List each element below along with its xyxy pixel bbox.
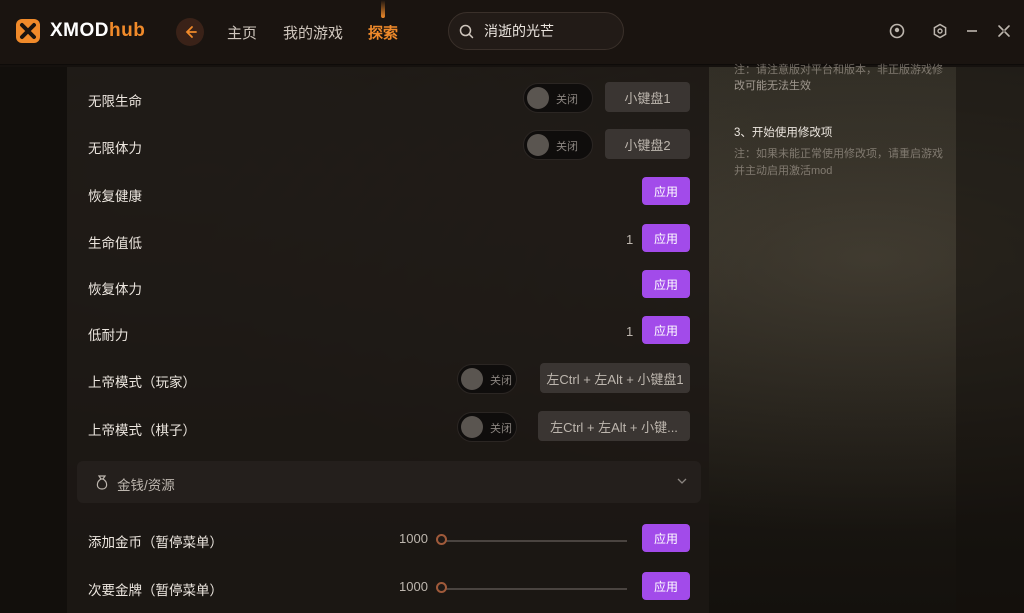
apply-button[interactable]: 应用 [642,270,690,298]
slider-track[interactable] [439,540,627,542]
cheat-panel: 无限生命 关闭 小键盘1 无限体力 关闭 小键盘2 恢复健康 应用 生命值低 1… [67,67,709,613]
top-bar: XMODhub 主页 我的游戏 探索 [0,0,1024,65]
app-title: XMODhub [50,20,146,41]
toggle-switch[interactable]: 关闭 [523,130,593,160]
cheat-row-secondary-medal: 次要金牌（暂停菜单） 1000 应用 [67,568,709,608]
arrow-left-icon [185,26,197,38]
back-button[interactable] [176,18,204,46]
step3-title: 3、开始使用修改项 [734,127,833,139]
cheat-row-restore-stamina: 恢复体力 应用 [67,267,709,307]
app-logo[interactable]: XMODhub [14,17,145,45]
cheat-label: 恢复健康 [88,189,142,204]
cheat-label: 低耐力 [88,328,129,343]
toggle-knob [461,416,483,438]
active-indicator [381,0,385,18]
hotkey-field[interactable]: 小键盘1 [605,82,690,112]
apply-button[interactable]: 应用 [642,177,690,205]
cheat-label: 无限体力 [88,141,142,156]
cheat-row-god-mode-pawn: 上帝模式（棋子） 关闭 左Ctrl + 左Alt + 小键... [67,408,709,448]
toggle-knob [527,134,549,156]
cheat-label: 添加金币（暂停菜单） [88,535,223,550]
search-icon [459,24,474,38]
close-icon[interactable] [995,22,1013,40]
cheat-row-restore-health: 恢复健康 应用 [67,174,709,214]
nav-my-games[interactable]: 我的游戏 [283,22,343,43]
section-label: 金钱/资源 [117,478,175,493]
money-bag-icon [96,475,108,490]
toggle-switch[interactable]: 关闭 [457,412,517,442]
nav-home[interactable]: 主页 [227,22,257,43]
apply-button[interactable]: 应用 [642,524,690,552]
slider-value: 1000 [399,579,428,594]
cheat-row-add-gold: 添加金币（暂停菜单） 1000 应用 [67,520,709,560]
xmod-logo-icon [16,19,40,43]
notification-icon[interactable] [888,22,906,40]
nav-explore[interactable]: 探索 [368,22,398,43]
search-box[interactable] [448,12,624,50]
step3-note-line1: 注：如果未能正常使用修改项，请重启游戏 [734,148,943,160]
cheat-label: 无限生命 [88,94,142,109]
toggle-label: 关闭 [490,423,512,435]
toggle-switch[interactable]: 关闭 [523,83,593,113]
right-gutter [956,67,1024,613]
chevron-down-icon[interactable] [677,477,687,485]
slider-thumb[interactable] [436,534,447,545]
cheat-label: 上帝模式（棋子） [88,423,196,438]
cheat-row-infinite-health: 无限生命 关闭 小键盘1 [67,79,709,119]
search-input[interactable] [482,22,616,40]
minimize-icon[interactable] [963,22,981,40]
left-gutter [0,67,67,613]
slider-track[interactable] [439,588,627,590]
hotkey-field[interactable]: 左Ctrl + 左Alt + 小键盘1 [540,363,690,393]
toggle-label: 关闭 [490,375,512,387]
toggle-knob [461,368,483,390]
hotkey-field[interactable]: 左Ctrl + 左Alt + 小键... [538,411,690,441]
value-count: 1 [626,232,634,247]
slider-value: 1000 [399,531,428,546]
settings-icon[interactable] [931,22,949,40]
cheat-row-infinite-stamina: 无限体力 关闭 小键盘2 [67,126,709,166]
apply-button[interactable]: 应用 [642,572,690,600]
section-money-resources[interactable]: 金钱/资源 [77,461,701,503]
toggle-label: 关闭 [556,94,578,106]
toggle-label: 关闭 [556,141,578,153]
toggle-switch[interactable]: 关闭 [457,364,517,394]
apply-button[interactable]: 应用 [642,224,690,252]
cheat-row-god-mode-player: 上帝模式（玩家） 关闭 左Ctrl + 左Alt + 小键盘1 [67,360,709,400]
cheat-label: 次要金牌（暂停菜单） [88,583,223,598]
cheat-row-low-stamina: 低耐力 1 应用 [67,313,709,353]
toggle-knob [527,87,549,109]
slider-thumb[interactable] [436,582,447,593]
cheat-label: 恢复体力 [88,282,142,297]
cheat-row-low-health: 生命值低 1 应用 [67,221,709,261]
hotkey-field[interactable]: 小键盘2 [605,129,690,159]
apply-button[interactable]: 应用 [642,316,690,344]
cheat-label: 生命值低 [88,236,142,251]
value-count: 1 [626,324,634,339]
step3-note-line2: 并主动启用激活mod [734,165,833,177]
info-note-line2: 改可能无法生效 [734,80,811,92]
cheat-label: 上帝模式（玩家） [88,375,196,390]
info-note-line1: 注：请注意版对平台和版本，非正版游戏修 [734,64,943,76]
